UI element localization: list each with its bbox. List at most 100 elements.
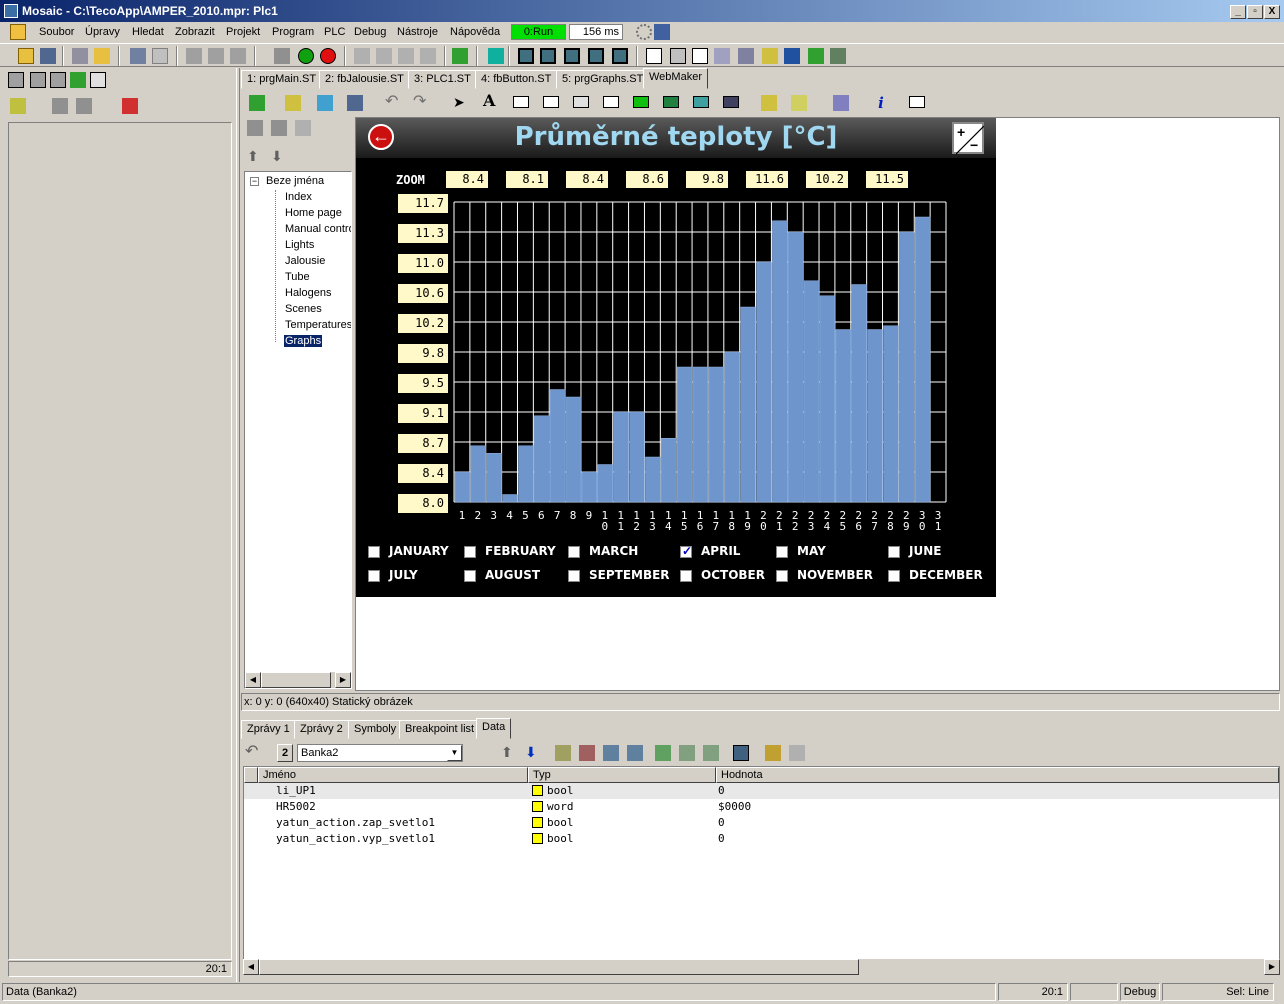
- row-value[interactable]: $0000: [718, 799, 751, 815]
- layout-1-icon[interactable]: [518, 48, 534, 64]
- grid-scroll-right-icon[interactable]: ▶: [1264, 959, 1280, 975]
- export-icon[interactable]: [186, 48, 202, 64]
- info-icon[interactable]: i: [873, 94, 889, 112]
- tab-fbbutton[interactable]: 4: fbButton.ST: [475, 70, 558, 89]
- graph-icon[interactable]: [808, 48, 824, 64]
- build-icon[interactable]: [274, 48, 290, 64]
- tree-item-manual[interactable]: Manual contro: [285, 223, 351, 235]
- tab-zpravy2[interactable]: Zprávy 2: [294, 720, 349, 739]
- col-hodnota[interactable]: Hodnota: [716, 767, 1279, 783]
- step-into-icon[interactable]: [376, 48, 392, 64]
- menu-upravy[interactable]: Úpravy: [85, 22, 120, 42]
- delete-icon[interactable]: [122, 98, 138, 114]
- data-link-icon[interactable]: [679, 745, 695, 761]
- tab-prggraphs[interactable]: 5: prgGraphs.ST: [556, 70, 650, 89]
- settings-icon[interactable]: [52, 98, 68, 114]
- bug-tab-icon[interactable]: [70, 72, 86, 88]
- io-icon[interactable]: [692, 48, 708, 64]
- table-row[interactable]: li_UP1 bool 0: [244, 783, 1262, 799]
- back-arrow-icon[interactable]: ←: [368, 124, 394, 150]
- libs-tab-icon[interactable]: [50, 72, 66, 88]
- data-watch-icon[interactable]: [655, 745, 671, 761]
- tree-edit-icon[interactable]: [271, 120, 287, 136]
- zoom-plus-minus-icon[interactable]: + −: [952, 122, 984, 154]
- layout-3-icon[interactable]: [564, 48, 580, 64]
- month-checkbox[interactable]: [888, 546, 900, 558]
- menu-hledat[interactable]: Hledat: [132, 22, 164, 42]
- scroll-thumb[interactable]: [261, 672, 331, 688]
- month-checkbox[interactable]: [464, 546, 476, 558]
- project-tree-area[interactable]: [8, 122, 232, 960]
- run-icon[interactable]: [298, 48, 314, 64]
- tree-item-temperatures[interactable]: Temperatures: [285, 319, 351, 331]
- wm-preview-icon[interactable]: [317, 95, 333, 111]
- watch-icon[interactable]: [670, 48, 686, 64]
- table-row[interactable]: yatun_action.zap_svetlo1 bool 0: [244, 815, 1262, 831]
- pointer-icon[interactable]: ➤: [453, 95, 469, 111]
- tab-data[interactable]: Data: [476, 718, 512, 739]
- menu-plc[interactable]: PLC: [324, 22, 345, 42]
- open-project-icon[interactable]: [94, 48, 110, 64]
- wm-debug-icon[interactable]: [249, 95, 265, 111]
- script-icon[interactable]: [833, 95, 849, 111]
- minimize-button[interactable]: _: [1230, 5, 1246, 19]
- tab-webmaker[interactable]: WebMaker: [643, 68, 708, 89]
- data-insert-icon[interactable]: [603, 745, 619, 761]
- tab-symboly[interactable]: Symboly: [348, 720, 403, 739]
- maximize-button[interactable]: ▫: [1247, 5, 1263, 19]
- menu-zobrazit[interactable]: Zobrazit: [175, 22, 215, 42]
- splitter[interactable]: [236, 68, 240, 982]
- globe-icon[interactable]: [784, 48, 800, 64]
- properties-icon[interactable]: [761, 95, 777, 111]
- data-remove-icon[interactable]: [579, 745, 595, 761]
- layout-5-icon[interactable]: [612, 48, 628, 64]
- add-icon[interactable]: [10, 98, 26, 114]
- network-tree-icon[interactable]: [714, 48, 730, 64]
- col-jmeno[interactable]: Jméno: [258, 767, 528, 783]
- output-tool-icon[interactable]: [543, 96, 559, 108]
- step-out-icon[interactable]: [398, 48, 414, 64]
- plc-connect-icon[interactable]: [654, 24, 670, 40]
- month-checkbox[interactable]: [464, 570, 476, 582]
- import-icon[interactable]: [208, 48, 224, 64]
- panel-icon[interactable]: [762, 48, 778, 64]
- row-value[interactable]: 0: [718, 831, 725, 847]
- compile-icon[interactable]: [230, 48, 246, 64]
- tab-prgmain[interactable]: 1: prgMain.ST: [241, 70, 323, 89]
- step-icon[interactable]: [354, 48, 370, 64]
- frame-tool-icon[interactable]: [909, 96, 925, 108]
- month-checkbox[interactable]: [776, 546, 788, 558]
- checklist-icon[interactable]: [791, 95, 807, 111]
- month-checkbox[interactable]: [680, 544, 692, 558]
- tab-fbjalousie[interactable]: 2: fbJalousie.ST: [319, 70, 410, 89]
- close-button[interactable]: X: [1264, 5, 1280, 19]
- bars-icon[interactable]: [830, 48, 846, 64]
- menu-projekt[interactable]: Projekt: [226, 22, 260, 42]
- project-tab-icon[interactable]: [8, 72, 24, 88]
- month-checkbox[interactable]: [888, 570, 900, 582]
- led-tool-icon[interactable]: [633, 96, 649, 108]
- scroll-right-icon[interactable]: ▶: [335, 672, 351, 688]
- data-calc-icon[interactable]: [733, 745, 749, 761]
- image-tool-icon[interactable]: [693, 96, 709, 108]
- grid-scroll-left-icon[interactable]: ◀: [243, 959, 259, 975]
- tree-hscrollbar[interactable]: ◀ ▶: [245, 672, 351, 688]
- row-value[interactable]: 0: [718, 815, 725, 831]
- windows-icon[interactable]: [72, 48, 88, 64]
- tab-zpravy1[interactable]: Zprávy 1: [241, 720, 296, 739]
- wm-open-icon[interactable]: [285, 95, 301, 111]
- tree-item-home[interactable]: Home page: [285, 207, 342, 219]
- tree-item-tube[interactable]: Tube: [285, 271, 310, 283]
- mas-icon[interactable]: [420, 48, 436, 64]
- data-add-icon[interactable]: [555, 745, 571, 761]
- data-find-icon[interactable]: [703, 745, 719, 761]
- tree-root[interactable]: Beze jména: [266, 175, 324, 187]
- ok-button-tool-icon[interactable]: [573, 96, 589, 108]
- table-row[interactable]: HR5002 word $0000: [244, 799, 1262, 815]
- panel-tool-icon[interactable]: [663, 96, 679, 108]
- menu-soubor[interactable]: Soubor: [39, 22, 74, 42]
- tree-item-index[interactable]: Index: [285, 191, 312, 203]
- grid-hscrollbar[interactable]: ◀ ▶: [243, 959, 1280, 975]
- input-tool-icon[interactable]: [513, 96, 529, 108]
- col-typ[interactable]: Typ: [528, 767, 716, 783]
